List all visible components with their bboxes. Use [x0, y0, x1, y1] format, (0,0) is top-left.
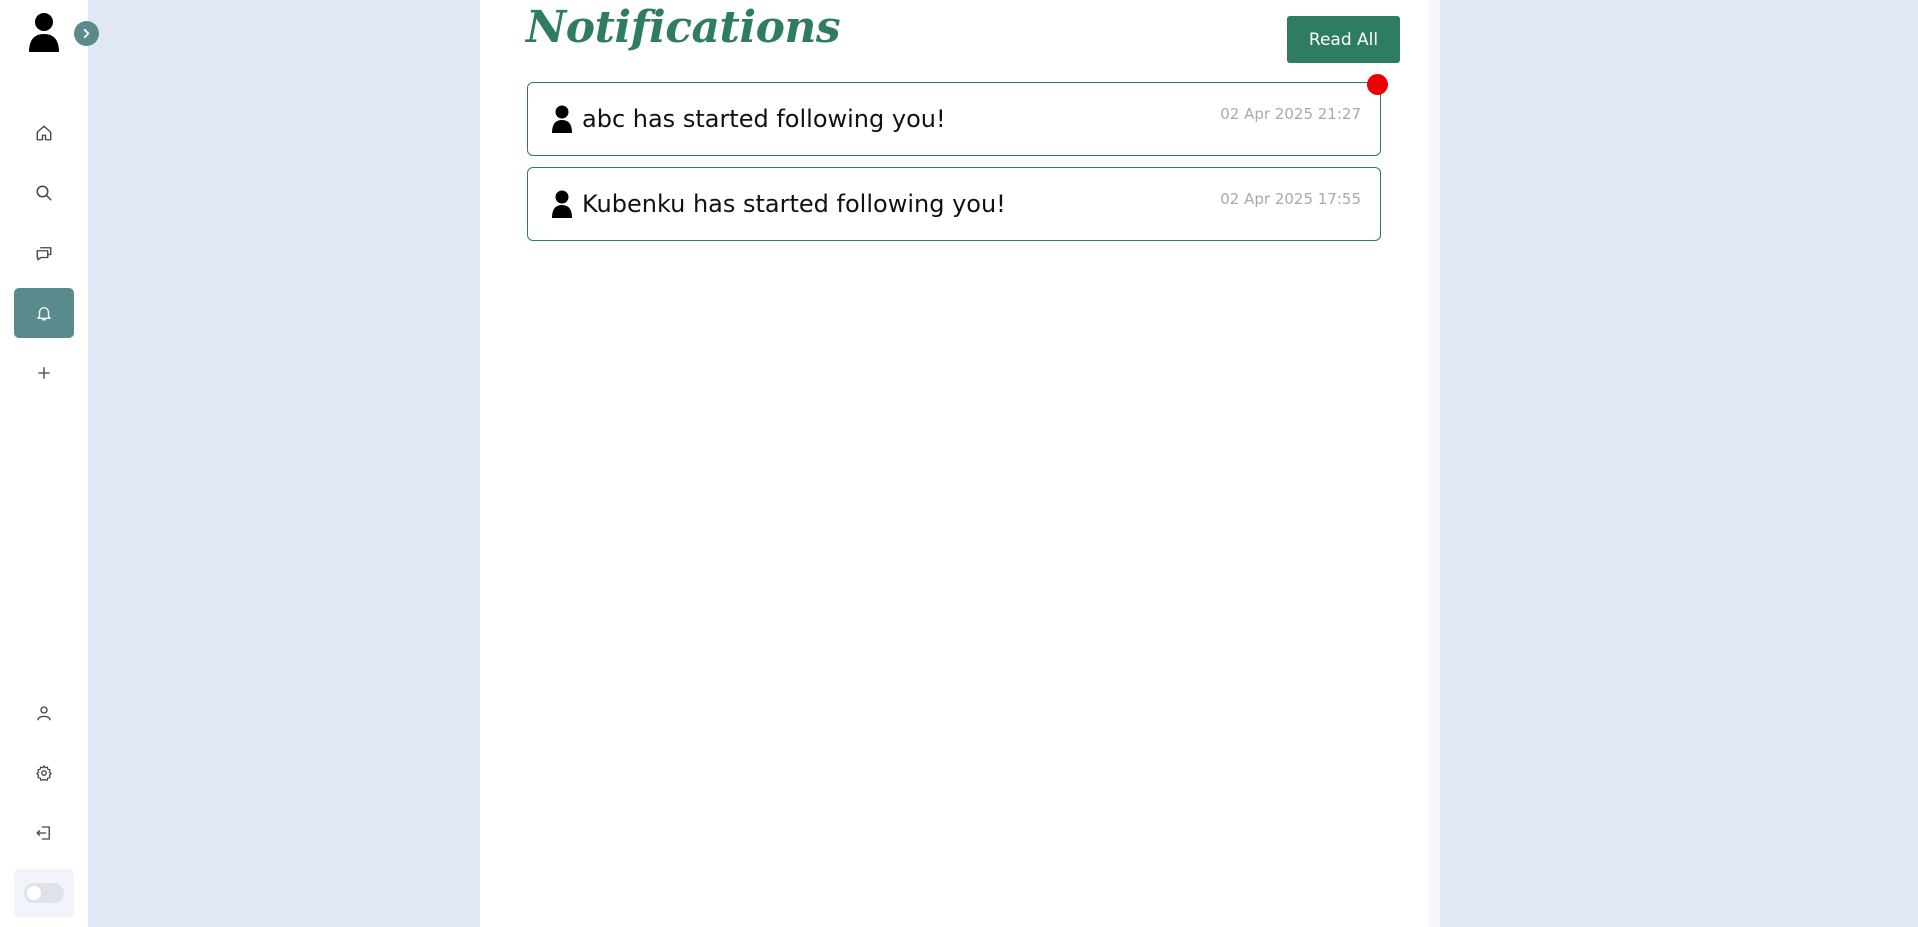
sidebar-item-settings[interactable]	[14, 748, 74, 798]
user-icon	[552, 105, 572, 133]
chevron-right-icon	[83, 28, 90, 39]
plus-icon	[38, 367, 50, 379]
theme-toggle-container	[14, 869, 74, 917]
user-outline-icon	[37, 706, 51, 721]
sidebar-expand-button[interactable]	[74, 21, 99, 46]
notification-item[interactable]: Kubenku has started following you! 02 Ap…	[527, 167, 1381, 241]
avatar[interactable]	[28, 12, 60, 52]
read-all-button[interactable]: Read All	[1287, 16, 1400, 63]
sidebar-item-create[interactable]	[14, 348, 74, 398]
chat-icon	[36, 247, 52, 261]
sidebar	[0, 0, 99, 927]
user-icon	[552, 190, 572, 218]
notification-time: 02 Apr 2025 17:55	[1220, 190, 1361, 208]
gear-icon	[36, 765, 52, 781]
logout-icon	[36, 826, 50, 840]
sidebar-item-logout[interactable]	[14, 808, 74, 858]
sidebar-item-home[interactable]	[14, 108, 74, 158]
page-title: Notifications	[526, 2, 841, 53]
theme-toggle-knob	[27, 886, 41, 900]
bell-icon	[37, 307, 51, 321]
home-icon	[36, 125, 52, 141]
notification-text: abc has started following you!	[582, 105, 946, 133]
notification-text: Kubenku has started following you!	[582, 190, 1006, 218]
user-icon	[29, 13, 59, 52]
unread-indicator	[1367, 74, 1388, 95]
theme-toggle[interactable]	[24, 883, 64, 903]
sidebar-item-notifications[interactable]	[14, 288, 74, 338]
notification-item[interactable]: abc has started following you! 02 Apr 20…	[527, 82, 1381, 156]
search-icon	[36, 185, 52, 201]
notification-time: 02 Apr 2025 21:27	[1220, 105, 1361, 123]
sidebar-item-search[interactable]	[14, 168, 74, 218]
sidebar-item-messages[interactable]	[14, 228, 74, 278]
sidebar-item-profile[interactable]	[14, 688, 74, 738]
